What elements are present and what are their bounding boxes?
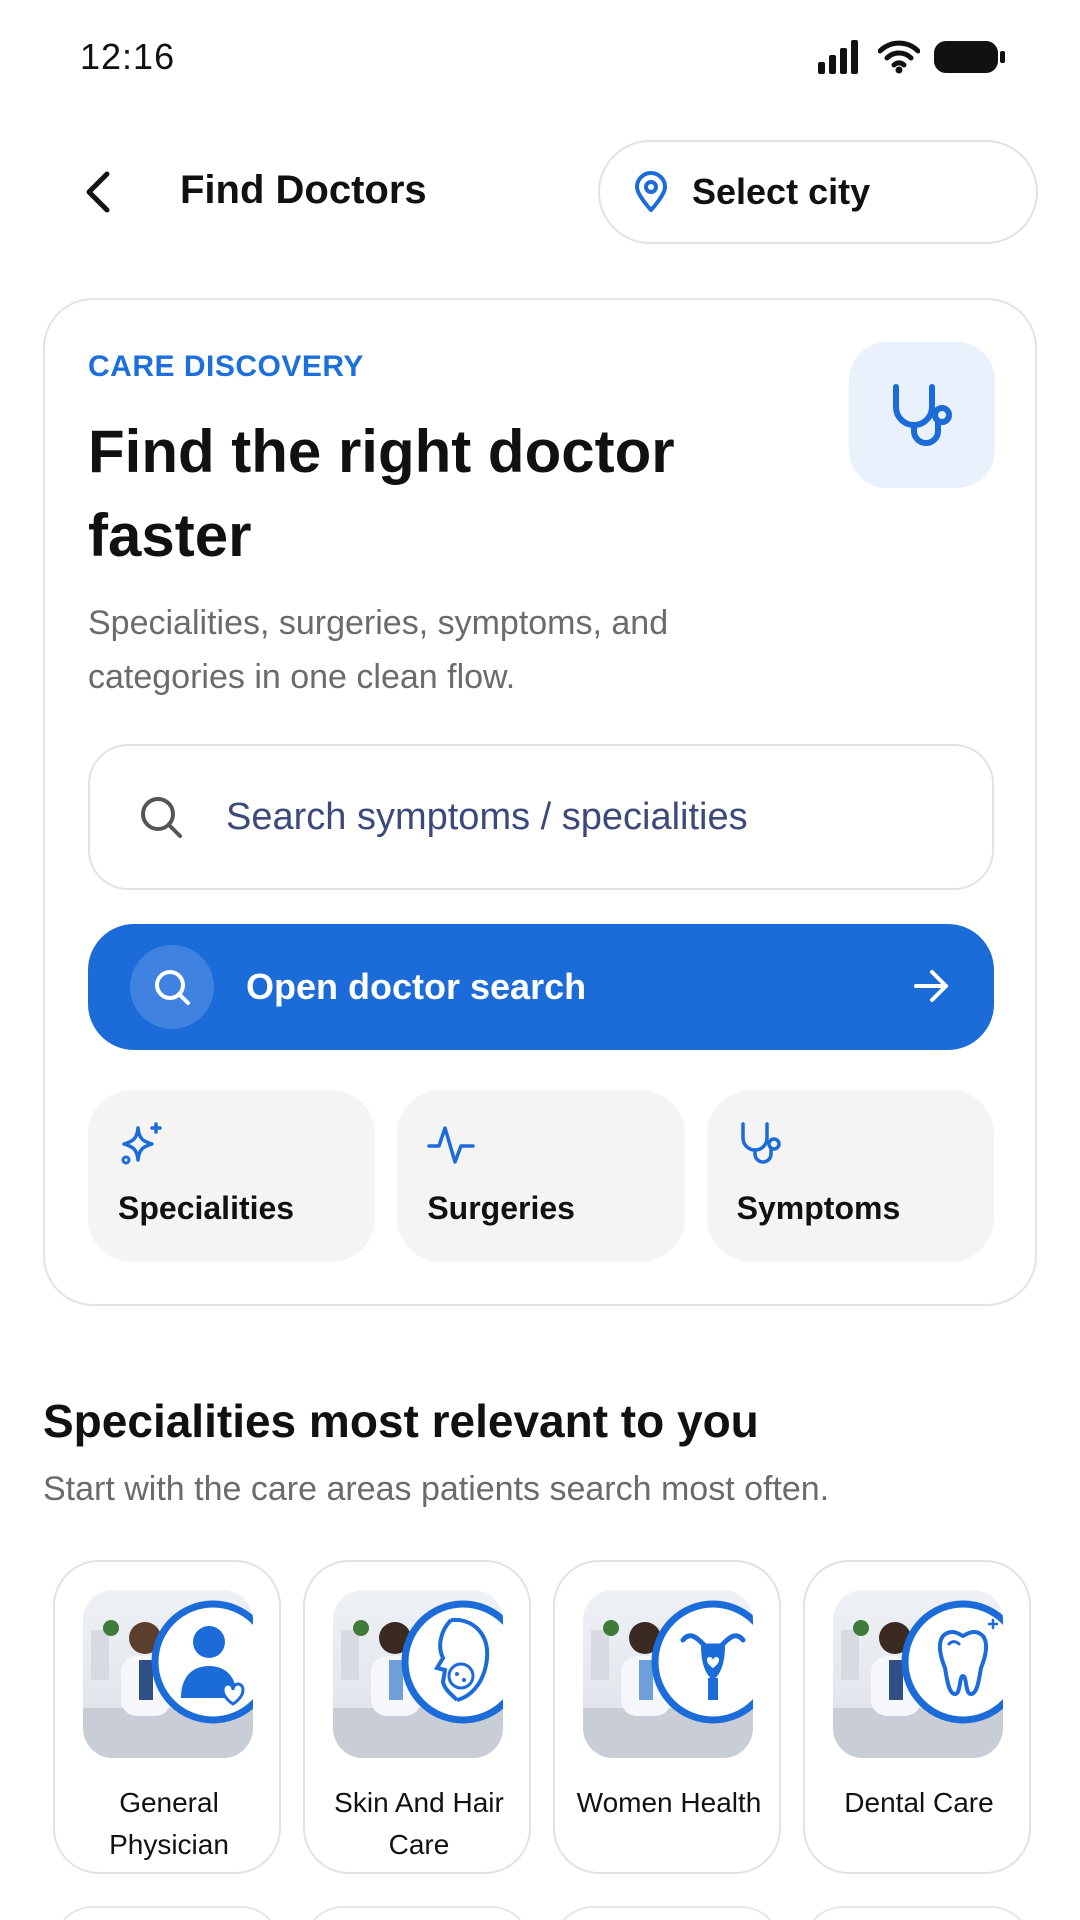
speciality-image bbox=[583, 1590, 753, 1758]
battery-icon bbox=[934, 41, 1005, 73]
hero-badge bbox=[849, 342, 995, 488]
speciality-card-partial[interactable] bbox=[53, 1906, 281, 1920]
search-input[interactable] bbox=[226, 795, 866, 839]
search-icon bbox=[141, 797, 182, 838]
chip-surgeries-label: Surgeries bbox=[427, 1190, 575, 1226]
status-time: 12:16 bbox=[80, 36, 176, 77]
search-icon bbox=[155, 970, 190, 1005]
care-discovery-card: CARE DISCOVERY Find the right doctor fas… bbox=[43, 298, 1037, 1306]
select-city-label: Select city bbox=[692, 171, 871, 212]
eyebrow-label: CARE DISCOVERY bbox=[88, 350, 364, 383]
section-subtitle: Start with the care areas patients searc… bbox=[43, 1470, 830, 1508]
quick-chips: Specialities Surgeries Symptoms bbox=[88, 1090, 994, 1262]
search-icon-circle bbox=[130, 945, 214, 1029]
page-title: Find Doctors bbox=[180, 168, 427, 212]
wifi-icon bbox=[878, 40, 920, 74]
status-bar: 12:16 bbox=[0, 0, 1080, 110]
pulse-icon bbox=[427, 1126, 476, 1164]
speciality-image bbox=[83, 1590, 253, 1758]
chip-symptoms-label: Symptoms bbox=[736, 1190, 901, 1226]
speciality-card-partial[interactable] bbox=[553, 1906, 781, 1920]
hero-subtitle: Specialities, surgeries, symptoms, and c… bbox=[88, 604, 669, 696]
speciality-card-dental-care[interactable]: Dental Care bbox=[803, 1560, 1031, 1874]
hero-title: Find the right doctor faster bbox=[88, 418, 675, 569]
search-field[interactable] bbox=[88, 744, 994, 890]
location-pin-icon bbox=[635, 171, 667, 212]
arrow-right-icon bbox=[914, 970, 948, 1002]
chip-surgeries[interactable]: Surgeries bbox=[397, 1090, 685, 1262]
speciality-card-general-physician[interactable]: General Physician bbox=[53, 1560, 281, 1874]
speciality-label: General Physician bbox=[109, 1787, 229, 1860]
chip-specialities-label: Specialities bbox=[118, 1190, 295, 1226]
header: Find Doctors Select city bbox=[0, 140, 1080, 244]
sparkle-icon bbox=[121, 1122, 162, 1165]
status-icons bbox=[818, 40, 1006, 74]
speciality-card-partial[interactable] bbox=[803, 1906, 1031, 1920]
back-button[interactable] bbox=[70, 162, 126, 222]
chevron-left-icon bbox=[86, 171, 110, 213]
chip-symptoms[interactable]: Symptoms bbox=[706, 1090, 994, 1262]
section-title: Specialities most relevant to you bbox=[43, 1395, 759, 1447]
speciality-image bbox=[833, 1590, 1003, 1758]
chip-specialities[interactable]: Specialities bbox=[88, 1090, 376, 1262]
speciality-row-partial bbox=[53, 1906, 1031, 1920]
select-city-button[interactable]: Select city bbox=[598, 140, 1038, 244]
open-doctor-search-label: Open doctor search bbox=[246, 966, 587, 1007]
speciality-card-skin-and-hair-care[interactable]: Skin And Hair Care bbox=[303, 1560, 531, 1874]
speciality-card-partial[interactable] bbox=[303, 1906, 531, 1920]
speciality-label: Dental Care bbox=[844, 1787, 994, 1818]
signal-icon bbox=[818, 40, 858, 74]
speciality-label: Skin And Hair Care bbox=[334, 1787, 504, 1860]
stethoscope-icon bbox=[893, 384, 952, 446]
stethoscope-icon bbox=[740, 1122, 781, 1164]
speciality-label: Women Health bbox=[576, 1787, 762, 1818]
open-doctor-search-button[interactable]: Open doctor search bbox=[88, 924, 994, 1050]
speciality-list: General Physician Skin And Hair Care Wom… bbox=[53, 1560, 1031, 1874]
speciality-image bbox=[333, 1590, 503, 1758]
speciality-card-women-health[interactable]: Women Health bbox=[553, 1560, 781, 1874]
